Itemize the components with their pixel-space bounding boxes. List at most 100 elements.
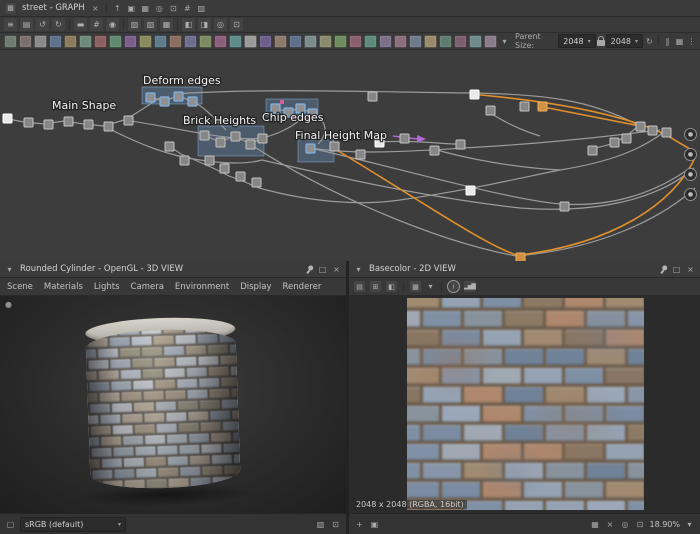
align-right-icon[interactable]: ◨ (197, 17, 212, 32)
graph-node[interactable] (180, 156, 189, 165)
graph-node[interactable] (174, 92, 183, 101)
node-preset-icon[interactable] (394, 35, 407, 48)
graph-node[interactable] (588, 146, 597, 155)
node-preset-icon[interactable] (109, 35, 122, 48)
graph-node[interactable] (430, 146, 439, 155)
histogram-icon[interactable]: ▂▅▇ (463, 280, 476, 293)
node-preset-icon[interactable] (304, 35, 317, 48)
save-graph-icon[interactable]: ▤ (19, 17, 34, 32)
node-preset-icon[interactable] (229, 35, 242, 48)
node-preset-icon[interactable] (19, 35, 32, 48)
menu-renderer[interactable]: Renderer (283, 282, 322, 292)
graph-node[interactable] (622, 134, 631, 143)
graph-node[interactable] (160, 97, 169, 106)
info-icon[interactable]: i (447, 280, 460, 293)
node-preset-icon[interactable] (334, 35, 347, 48)
graph-node[interactable] (246, 140, 255, 149)
fit-texture-icon[interactable]: ⊡ (634, 519, 645, 530)
graph-node[interactable] (188, 97, 197, 106)
channel-select-icon[interactable]: ▦ (409, 280, 422, 293)
show-grid-icon[interactable]: ▦ (140, 3, 151, 14)
node-preset-icon[interactable] (439, 35, 452, 48)
graph-node[interactable] (520, 102, 529, 111)
node-preset-icon[interactable] (124, 35, 137, 48)
curved-links-icon[interactable]: ▧ (143, 17, 158, 32)
graph-node[interactable] (400, 134, 409, 143)
clear-view-icon[interactable]: × (604, 519, 615, 530)
parent-size-height-select[interactable]: 2048 ▾ (606, 34, 643, 48)
output-toggle-button[interactable]: ● (684, 188, 697, 201)
menu-materials[interactable]: Materials (44, 282, 83, 292)
graph-node[interactable] (356, 150, 365, 159)
size-lock-icon[interactable] (597, 40, 605, 46)
focus-selected-icon[interactable]: ◎ (213, 17, 228, 32)
close-graph-tab-icon[interactable]: × (90, 3, 101, 14)
panel-menu-icon[interactable]: ▾ (4, 264, 15, 275)
menu-display[interactable]: Display (240, 282, 271, 292)
center-view-icon[interactable]: ◎ (154, 3, 165, 14)
node-preset-icon[interactable] (49, 35, 62, 48)
more-presets-icon[interactable]: ▾ (499, 36, 510, 47)
cylinder-3d-model[interactable] (85, 315, 241, 500)
2d-viewport[interactable]: 2048 x 2048 (RGBA, 16bit) (349, 296, 700, 513)
node-preset-icon[interactable] (409, 35, 422, 48)
graph-node[interactable] (516, 253, 525, 261)
filter-nodes-icon[interactable]: ▦ (674, 36, 685, 47)
graph-node[interactable] (610, 138, 619, 147)
graph-node[interactable] (84, 120, 93, 129)
fit-all-icon[interactable]: ⊡ (168, 3, 179, 14)
node-preset-icon[interactable] (469, 35, 482, 48)
save-texture-icon[interactable]: ▤ (353, 280, 366, 293)
graph-node[interactable] (64, 117, 73, 126)
graph-node[interactable] (330, 142, 339, 151)
graph-node[interactable] (456, 140, 465, 149)
compare-icon[interactable]: ◧ (385, 280, 398, 293)
colorspace-select[interactable]: sRGB (default) ▾ (20, 517, 126, 532)
graph-node[interactable] (3, 114, 12, 123)
background-toggle-icon[interactable]: ▣ (369, 519, 380, 530)
graph-node[interactable] (486, 106, 495, 115)
graph-node[interactable] (466, 186, 475, 195)
pan-mode-icon[interactable]: + (354, 519, 365, 530)
graph-node[interactable] (662, 128, 671, 137)
align-left-icon[interactable]: ◧ (181, 17, 196, 32)
node-preset-icon[interactable] (319, 35, 332, 48)
hide-links-icon[interactable]: ▦ (159, 17, 174, 32)
graph-node[interactable] (236, 172, 245, 181)
texture-preview-2d[interactable] (407, 298, 644, 510)
display-icon[interactable]: ▢ (5, 519, 16, 530)
graph-node[interactable] (146, 93, 155, 102)
zoom-select-icon[interactable]: ▾ (684, 519, 695, 530)
node-preset-icon[interactable] (259, 35, 272, 48)
close-panel-icon[interactable]: × (685, 264, 696, 275)
node-preset-icon[interactable] (214, 35, 227, 48)
node-preset-icon[interactable] (139, 35, 152, 48)
panel-menu-icon[interactable]: ▾ (353, 264, 364, 275)
parent-graph-icon[interactable]: ↑ (112, 3, 123, 14)
graph-node[interactable] (231, 132, 240, 141)
node-graph[interactable]: Deform edgesMain ShapeBrick HeightsChip … (0, 50, 700, 261)
graph-node[interactable] (306, 144, 315, 153)
node-preset-icon[interactable] (64, 35, 77, 48)
graph-node[interactable] (165, 142, 174, 151)
graph-node[interactable] (205, 156, 214, 165)
pixel-grid-icon[interactable]: ▦ (589, 519, 600, 530)
node-graph-canvas[interactable]: Deform edgesMain ShapeBrick HeightsChip … (0, 50, 700, 261)
frame-all-icon[interactable]: # (182, 3, 193, 14)
settings-icon[interactable]: ▧ (315, 519, 326, 530)
graph-node[interactable] (24, 118, 33, 127)
graph-node[interactable] (560, 202, 569, 211)
node-preset-icon[interactable] (454, 35, 467, 48)
node-preset-icon[interactable] (274, 35, 287, 48)
comment-icon[interactable]: ▬ (73, 17, 88, 32)
graph-node[interactable] (44, 120, 53, 129)
3d-viewport[interactable]: ● (0, 296, 346, 513)
node-preset-icon[interactable] (169, 35, 182, 48)
graph-node[interactable] (104, 122, 113, 131)
menu-camera[interactable]: Camera (131, 282, 164, 292)
graph-menu-icon[interactable]: ≡ (3, 17, 18, 32)
graph-node[interactable] (258, 134, 267, 143)
output-toggle-button[interactable]: ● (684, 168, 697, 181)
node-preset-icon[interactable] (199, 35, 212, 48)
menu-lights[interactable]: Lights (94, 282, 120, 292)
